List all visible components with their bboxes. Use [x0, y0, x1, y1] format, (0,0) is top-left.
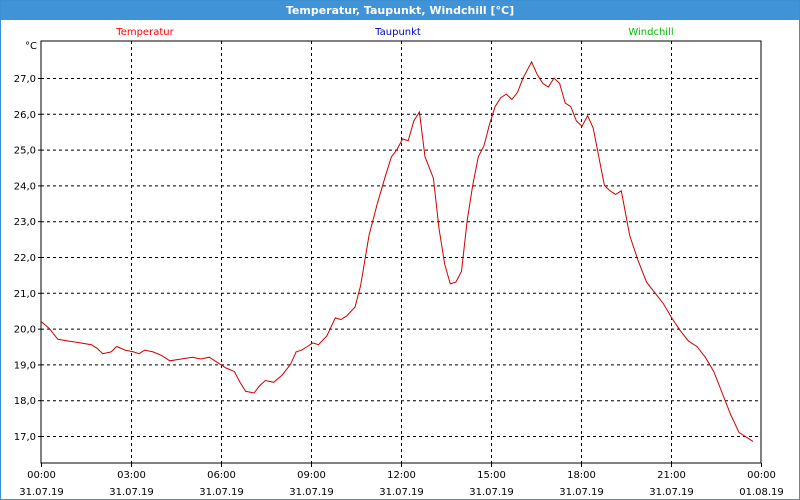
x-tick-date: 31.07.19: [559, 487, 604, 498]
legend-temperatur: Temperatur: [115, 27, 174, 38]
x-tick-date: 31.07.19: [199, 487, 244, 498]
x-tick-time: 21:00: [657, 470, 686, 481]
y-tick-label: 17,0: [14, 432, 36, 443]
x-tick-time: 12:00: [387, 470, 416, 481]
y-tick-label: 22,0: [14, 253, 36, 264]
x-tick-time: 18:00: [567, 470, 596, 481]
x-tick-date: 31.07.19: [379, 487, 424, 498]
x-axis-ticks: 00:00 31.07.19 03:00 31.07.19 06:00 31.07.19 0…: [19, 470, 784, 498]
x-tick-time: 06:00: [207, 470, 236, 481]
y-tick-label: 24,0: [14, 181, 36, 192]
x-tick-time: 00:00: [747, 470, 776, 481]
x-tick-time: 15:00: [477, 470, 506, 481]
series-line-temperatur: [40, 60, 754, 442]
legend-taupunkt: Taupunkt: [374, 27, 421, 38]
x-tick-date: 31.07.19: [469, 487, 514, 498]
y-axis-ticks: 17,0 18,0 19,0 20,0 21,0 22,0 23,0 24,0 25,0 26,0…: [14, 74, 36, 443]
y-tick-label: 20,0: [14, 325, 36, 336]
x-tick-date: 01.08.19: [739, 487, 784, 498]
chart-axes: [38, 40, 762, 467]
x-tick-date: 31.07.19: [289, 487, 334, 498]
y-axis-unit: °C: [25, 41, 37, 52]
x-tick-date: 31.07.19: [19, 487, 64, 498]
y-tick-label: 25,0: [14, 146, 36, 157]
y-tick-label: 18,0: [14, 396, 36, 407]
x-tick-time: 09:00: [297, 470, 326, 481]
x-tick-date: 31.07.19: [649, 487, 694, 498]
window-title: Temperatur, Taupunkt, Windchill [°C]: [1, 1, 799, 20]
x-tick-time: 00:00: [27, 470, 56, 481]
chart-series: [40, 60, 754, 442]
legend-windchill: Windchill: [628, 27, 673, 38]
y-tick-label: 21,0: [14, 289, 36, 300]
chart-grid: [41, 41, 761, 463]
chart-window: Temperatur, Taupunkt, Windchill [°C] 17,…: [0, 0, 800, 500]
y-tick-label: 23,0: [14, 217, 36, 228]
y-tick-label: 26,0: [14, 110, 36, 121]
x-tick-time: 03:00: [117, 470, 146, 481]
y-tick-label: 19,0: [14, 360, 36, 371]
chart-legend: Temperatur Taupunkt Windchill: [115, 27, 673, 38]
temperature-chart: 17,0 18,0 19,0 20,0 21,0 22,0 23,0 24,0 25,0 26,0…: [14, 27, 784, 498]
x-tick-date: 31.07.19: [109, 487, 154, 498]
y-tick-label: 27,0: [14, 74, 36, 85]
